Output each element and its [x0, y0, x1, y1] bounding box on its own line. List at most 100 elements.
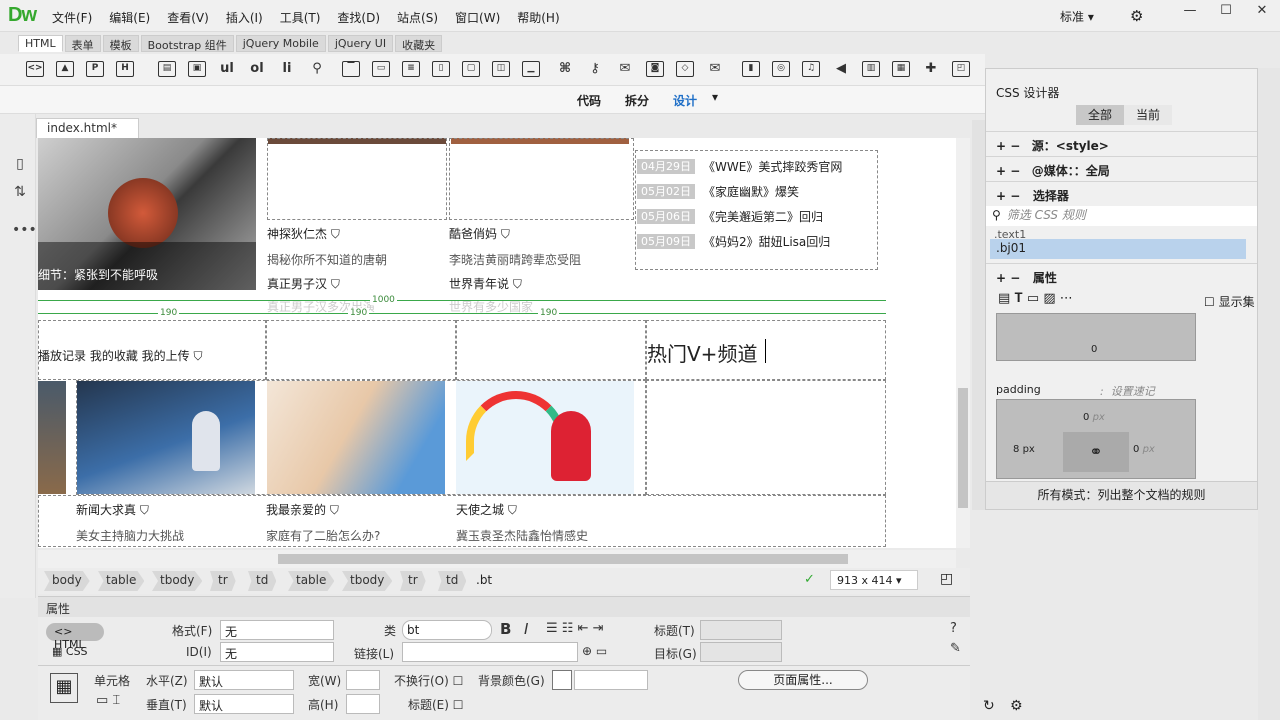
width-input[interactable]: [346, 670, 380, 690]
code-view-button[interactable]: 代码: [577, 92, 601, 109]
css-mode-button[interactable]: ▦ CSS: [52, 645, 88, 658]
design-vertical-scrollbar[interactable]: [956, 138, 970, 548]
menu-window[interactable]: 窗口(W): [455, 9, 500, 26]
header-label[interactable]: 标题(E) ☐: [408, 696, 464, 713]
tag-table[interactable]: table: [288, 571, 335, 591]
view-dropdown-icon[interactable]: ▾: [712, 90, 718, 104]
widget-icon[interactable]: ✚: [922, 61, 940, 77]
menu-view[interactable]: 查看(V): [167, 9, 209, 26]
tab-bootstrap[interactable]: Bootstrap 组件: [140, 35, 234, 52]
show-set-checkbox[interactable]: ☐ 显示集: [1204, 293, 1255, 310]
close-button[interactable]: ✕: [1244, 0, 1280, 22]
heading-icon[interactable]: H: [116, 61, 134, 77]
height-input[interactable]: [346, 694, 380, 714]
refresh-icon[interactable]: ↻: [983, 698, 995, 714]
menu-edit[interactable]: 编辑(E): [109, 9, 150, 26]
current-mode-button[interactable]: 当前: [1124, 105, 1172, 125]
class-select[interactable]: bt: [402, 620, 492, 640]
menu-tools[interactable]: 工具(T): [280, 9, 321, 26]
section-icon[interactable]: ◫: [492, 61, 510, 77]
help-icon[interactable]: ?: [950, 621, 957, 636]
screen-icon[interactable]: ◰: [952, 61, 970, 77]
id-select[interactable]: 无: [220, 642, 334, 662]
iframe-icon[interactable]: ▦: [892, 61, 910, 77]
table-icon[interactable]: ▤: [158, 61, 176, 77]
horz-select[interactable]: 默认: [194, 670, 294, 690]
ul-icon[interactable]: ul: [218, 61, 236, 77]
sources-row[interactable]: + − 源：<style>: [986, 131, 1257, 155]
nav-icon[interactable]: ▭: [372, 61, 390, 77]
news-title[interactable]: 《完美邂逅第二》回归: [703, 208, 823, 225]
tag-body[interactable]: body: [44, 571, 90, 591]
html-mode-button[interactable]: <> HTML: [46, 623, 104, 651]
tab-html[interactable]: HTML: [18, 35, 63, 52]
main-icon[interactable]: ≡: [402, 61, 420, 77]
list-buttons[interactable]: ☰ ☷ ⇤ ⇥: [546, 621, 604, 636]
div-icon[interactable]: <>: [26, 61, 44, 77]
li-icon[interactable]: li: [278, 61, 296, 77]
email-icon[interactable]: ✉: [706, 61, 724, 77]
template-icon[interactable]: ◇: [676, 61, 694, 77]
media-icon[interactable]: ◙: [646, 61, 664, 77]
hyperlink-icon[interactable]: ⚲: [308, 61, 326, 77]
design-horizontal-scrollbar[interactable]: [38, 550, 956, 568]
point-to-file-icon[interactable]: ⊕ ▭: [582, 644, 607, 658]
new-file-icon[interactable]: ▯: [12, 156, 28, 172]
nav-links[interactable]: 播放记录 我的收藏 我的上传 ⛉: [38, 347, 202, 364]
nowrap-label[interactable]: 不换行(O) ☐: [394, 672, 463, 689]
merge-split-icons[interactable]: ▭ ⌶: [96, 693, 120, 708]
tab-jquery-ui[interactable]: jQuery UI: [327, 35, 394, 52]
split-view-button[interactable]: 拆分: [625, 92, 649, 109]
workspace-switcher[interactable]: 标准 ▾: [1060, 8, 1094, 25]
menu-insert[interactable]: 插入(I): [226, 9, 263, 26]
sort-icon[interactable]: ⇅: [12, 184, 28, 200]
tag-tr[interactable]: tr: [210, 571, 236, 591]
news-title[interactable]: 《妈妈2》甜妞Lisa回归: [703, 233, 830, 250]
menu-find[interactable]: 查找(D): [337, 9, 380, 26]
maximize-button[interactable]: ☐: [1208, 0, 1244, 22]
preview-icon[interactable]: ◰: [940, 571, 953, 587]
tag-table[interactable]: table: [98, 571, 145, 591]
all-mode-button[interactable]: 全部: [1076, 105, 1124, 125]
menu-site[interactable]: 站点(S): [397, 9, 438, 26]
key-icon[interactable]: ⚷: [586, 61, 604, 77]
format-select[interactable]: 无: [220, 620, 334, 640]
tab-form[interactable]: 表单: [64, 35, 101, 52]
selectors-row[interactable]: + − 选择器: [986, 181, 1257, 205]
link-input[interactable]: [402, 642, 578, 662]
audio-icon[interactable]: ♫: [802, 61, 820, 77]
document-tab[interactable]: index.html* ✕: [36, 118, 139, 149]
media-row[interactable]: + − @媒体：：全局: [986, 156, 1257, 180]
tag-icon[interactable]: ⌘: [556, 61, 574, 77]
menu-help[interactable]: 帮助(H): [517, 9, 559, 26]
link-padding-icon[interactable]: ⚭: [1063, 432, 1129, 472]
sync-settings-icon[interactable]: ⚙: [1130, 7, 1143, 25]
bold-button[interactable]: B: [500, 620, 511, 638]
tab-favorites[interactable]: 收藏夹: [395, 35, 443, 52]
settings-icon[interactable]: ⚙: [1010, 698, 1023, 714]
tag-td[interactable]: td: [438, 571, 467, 591]
header-icon[interactable]: ▔: [342, 61, 360, 77]
paragraph-icon[interactable]: P: [86, 61, 104, 77]
edit-icon[interactable]: ✎: [950, 641, 961, 656]
aside-icon[interactable]: ▯: [432, 61, 450, 77]
tag-tbody[interactable]: tbody: [152, 571, 203, 591]
news-title[interactable]: 《家庭幽默》爆笑: [703, 183, 799, 200]
property-category-icons[interactable]: ▤ 𝐓 ▭ ▨ ⋯: [998, 291, 1073, 306]
article-icon[interactable]: ▢: [462, 61, 480, 77]
comment-icon[interactable]: ✉: [616, 61, 634, 77]
minimize-button[interactable]: —: [1172, 0, 1208, 22]
more-icon[interactable]: •••: [12, 222, 37, 238]
footer-icon[interactable]: ▁: [522, 61, 540, 77]
tag-tbody[interactable]: tbody: [342, 571, 393, 591]
bg-color-swatch[interactable]: [552, 670, 572, 690]
menu-file[interactable]: 文件(F): [52, 9, 92, 26]
window-size-select[interactable]: 913 x 414 ▾: [830, 570, 918, 590]
properties-row[interactable]: + − 属性: [986, 263, 1257, 287]
padding-shorthand[interactable]: : 设置速记: [1100, 383, 1155, 399]
news-title[interactable]: 《WWE》美式摔跤秀官网: [703, 158, 842, 175]
page-properties-button[interactable]: 页面属性...: [738, 670, 868, 690]
tag-td[interactable]: td: [248, 571, 277, 591]
image-icon[interactable]: ▲: [56, 61, 74, 77]
tag-tr[interactable]: tr: [400, 571, 426, 591]
